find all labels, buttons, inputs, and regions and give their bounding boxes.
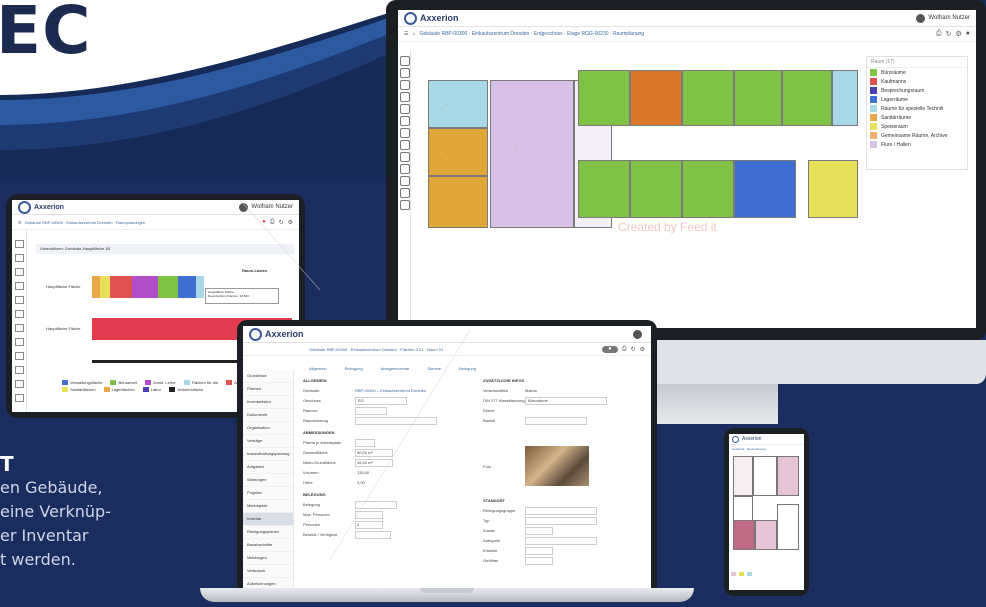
- reflection-lines: [239, 199, 471, 561]
